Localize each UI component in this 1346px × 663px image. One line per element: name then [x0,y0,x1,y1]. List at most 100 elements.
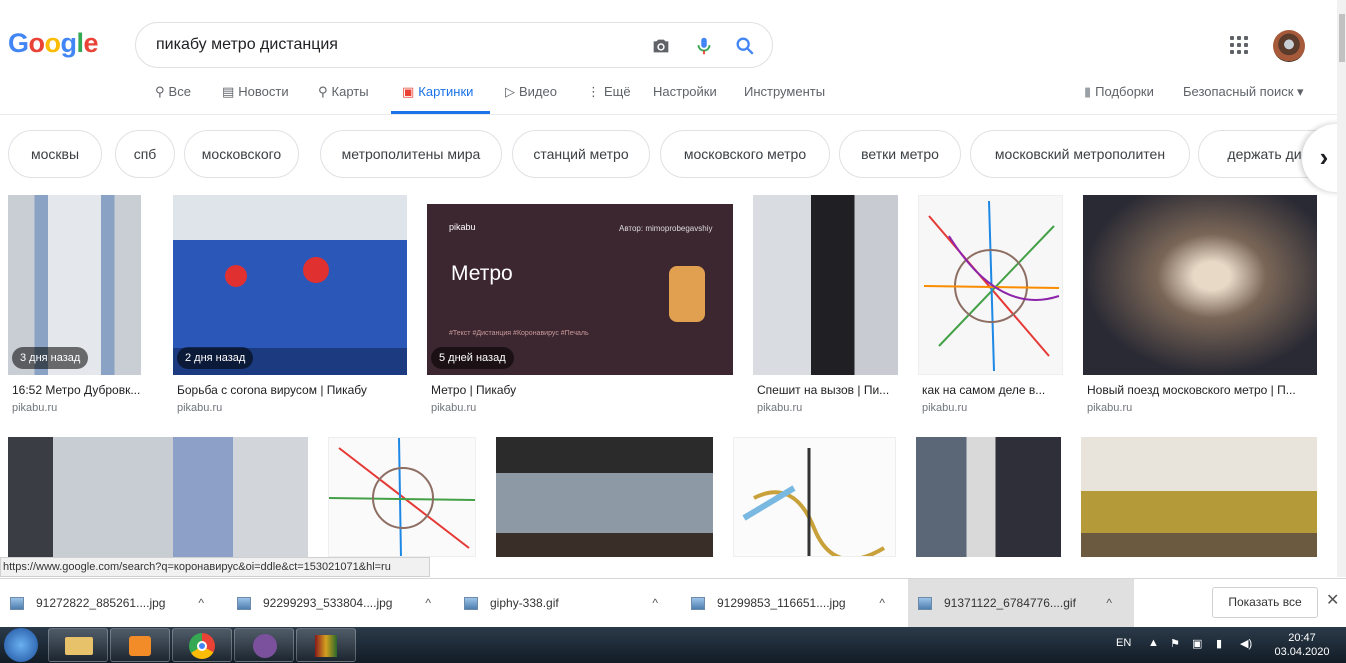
result-title-link[interactable]: Метро | Пикабу [431,383,731,397]
result-thumbnail[interactable]: 3 дня назад [8,195,141,375]
safe-search-dropdown[interactable]: Безопасный поиск ▾ [1183,84,1304,114]
result-source-link[interactable]: pikabu.ru [431,402,476,414]
image-file-icon [464,597,478,610]
result-thumbnail[interactable] [918,195,1063,375]
result-title-link[interactable]: Спешит на вызов | Пи... [757,383,896,397]
result-source-link[interactable]: pikabu.ru [757,402,802,414]
tab-tools[interactable]: Инструменты [744,84,825,114]
microphone-icon[interactable] [693,35,715,57]
result-source-link[interactable]: pikabu.ru [1087,402,1132,414]
google-logo[interactable]: Google [8,28,99,59]
page-scrollbar[interactable] [1337,0,1346,577]
result-thumbnail[interactable] [1083,195,1317,375]
result-thumbnail[interactable]: 2 дня назад [173,195,407,375]
related-search-chip[interactable]: ветки метро [839,130,961,178]
action-center-flag-icon[interactable]: ⚑ [1170,637,1180,650]
result-source-link[interactable]: pikabu.ru [922,402,967,414]
post-title: Метро [451,262,513,285]
power-icon[interactable]: ▣ [1192,637,1202,650]
tab-all[interactable]: ⚲ Все [155,84,191,114]
mascot-illustration [669,266,705,322]
show-all-button[interactable]: Показать все [1212,587,1318,618]
scrollbar-thumb[interactable] [1339,14,1345,62]
download-item[interactable]: giphy-338.gif ^ [454,579,680,628]
tab-video[interactable]: ▷ Видео [505,84,557,114]
chevron-up-icon[interactable]: ^ [1106,579,1112,628]
download-filename: giphy-338.gif [490,596,559,610]
logo-letter: G [8,28,29,58]
result-thumbnail[interactable]: pikabu Автор: mimoprobegavshiy Метро #Те… [427,204,733,375]
result-title-link[interactable]: Новый поезд московского метро | П... [1087,383,1315,397]
image-icon: ▣ [402,84,415,99]
related-search-chip[interactable]: москвы [8,130,102,178]
age-badge: 3 дня назад [12,347,89,369]
search-tabs: ⚲ Все ▤ Новости ⚲ Карты ▣ Картинки ▷ Видео ⋮ Е… [0,80,1340,114]
tray-expand-icon[interactable]: ▲ [1148,637,1159,649]
result-title-link[interactable]: Борьба с corona вирусом | Пикабу [177,383,405,397]
clock-date: 03.04.2020 [1274,646,1330,658]
result-thumbnail[interactable] [753,195,898,375]
metro-map-illustration [923,200,1060,372]
download-filename: 92299293_533804....jpg [263,596,393,610]
apps-grid-icon[interactable] [1230,36,1250,56]
search-box[interactable]: пикабу метро дистанция [135,22,773,68]
taskbar-clock[interactable]: 20:47 03.04.2020 [1272,631,1332,659]
chevron-up-icon[interactable]: ^ [879,579,885,628]
download-item[interactable]: 91272822_885261....jpg ^ [0,579,226,628]
related-search-chip[interactable]: метрополитены мира [320,130,502,178]
viber-taskbar-icon[interactable] [234,628,294,662]
search-icon[interactable] [734,35,756,57]
image-file-icon [10,597,24,610]
bookmark-icon: ▮ [1084,84,1092,99]
sticker-icon [225,265,247,287]
related-search-chip[interactable]: станций метро [512,130,650,178]
network-icon[interactable]: ▮ [1216,637,1222,650]
result-thumbnail[interactable] [916,437,1061,557]
language-indicator[interactable]: EN [1116,637,1131,649]
winrar-taskbar-icon[interactable] [296,628,356,662]
collections-link[interactable]: ▮ Подборки [1084,84,1154,114]
camera-icon[interactable] [650,35,672,57]
chevron-up-icon[interactable]: ^ [652,579,658,628]
related-search-chip[interactable]: московский метрополитен [970,130,1190,178]
result-thumbnail[interactable] [496,437,713,557]
tab-maps[interactable]: ⚲ Карты [318,84,369,114]
sticker-icon [303,257,329,283]
tab-settings[interactable]: Настройки [653,84,717,114]
result-thumbnail[interactable] [328,437,476,557]
explorer-taskbar-icon[interactable] [48,628,108,662]
logo-letter: l [76,28,85,58]
result-title-link[interactable]: как на самом деле в... [922,383,1061,397]
account-avatar[interactable] [1273,30,1305,62]
chrome-taskbar-icon[interactable] [172,628,232,662]
start-button-icon[interactable] [4,628,38,662]
search-input[interactable]: пикабу метро дистанция [156,36,338,54]
result-thumbnail[interactable] [8,437,308,557]
result-thumbnail[interactable] [1081,437,1317,557]
metro-scheme-illustration [742,448,886,556]
tab-news[interactable]: ▤ Новости [222,84,289,114]
result-thumbnail[interactable] [733,437,896,557]
tab-more[interactable]: ⋮ Ещё [587,84,631,114]
search-icon: ⚲ [155,84,165,99]
download-item[interactable]: 91299853_116651....jpg ^ [681,579,907,628]
close-icon[interactable]: ✕ [1326,590,1339,610]
related-search-chip[interactable]: московского метро [660,130,830,178]
chevron-up-icon[interactable]: ^ [198,579,204,628]
tab-images[interactable]: ▣ Картинки [391,84,490,114]
download-item[interactable]: 91371122_6784776....gif ^ [908,579,1134,628]
image-file-icon [237,597,251,610]
logo-letter: g [60,28,78,58]
download-filename: 91371122_6784776....gif [944,596,1076,610]
chevron-up-icon[interactable]: ^ [425,579,431,628]
media-player-taskbar-icon[interactable] [110,628,170,662]
download-filename: 91299853_116651....jpg [717,596,846,610]
volume-icon[interactable]: ◀) [1240,637,1252,650]
more-vert-icon: ⋮ [587,84,600,99]
related-search-chip[interactable]: спб [115,130,175,178]
result-source-link[interactable]: pikabu.ru [12,402,57,414]
result-title-link[interactable]: 16:52 Метро Дубровк... [12,383,146,397]
related-search-chip[interactable]: московского [184,130,299,178]
download-item[interactable]: 92299293_533804....jpg ^ [227,579,453,628]
result-source-link[interactable]: pikabu.ru [177,402,222,414]
